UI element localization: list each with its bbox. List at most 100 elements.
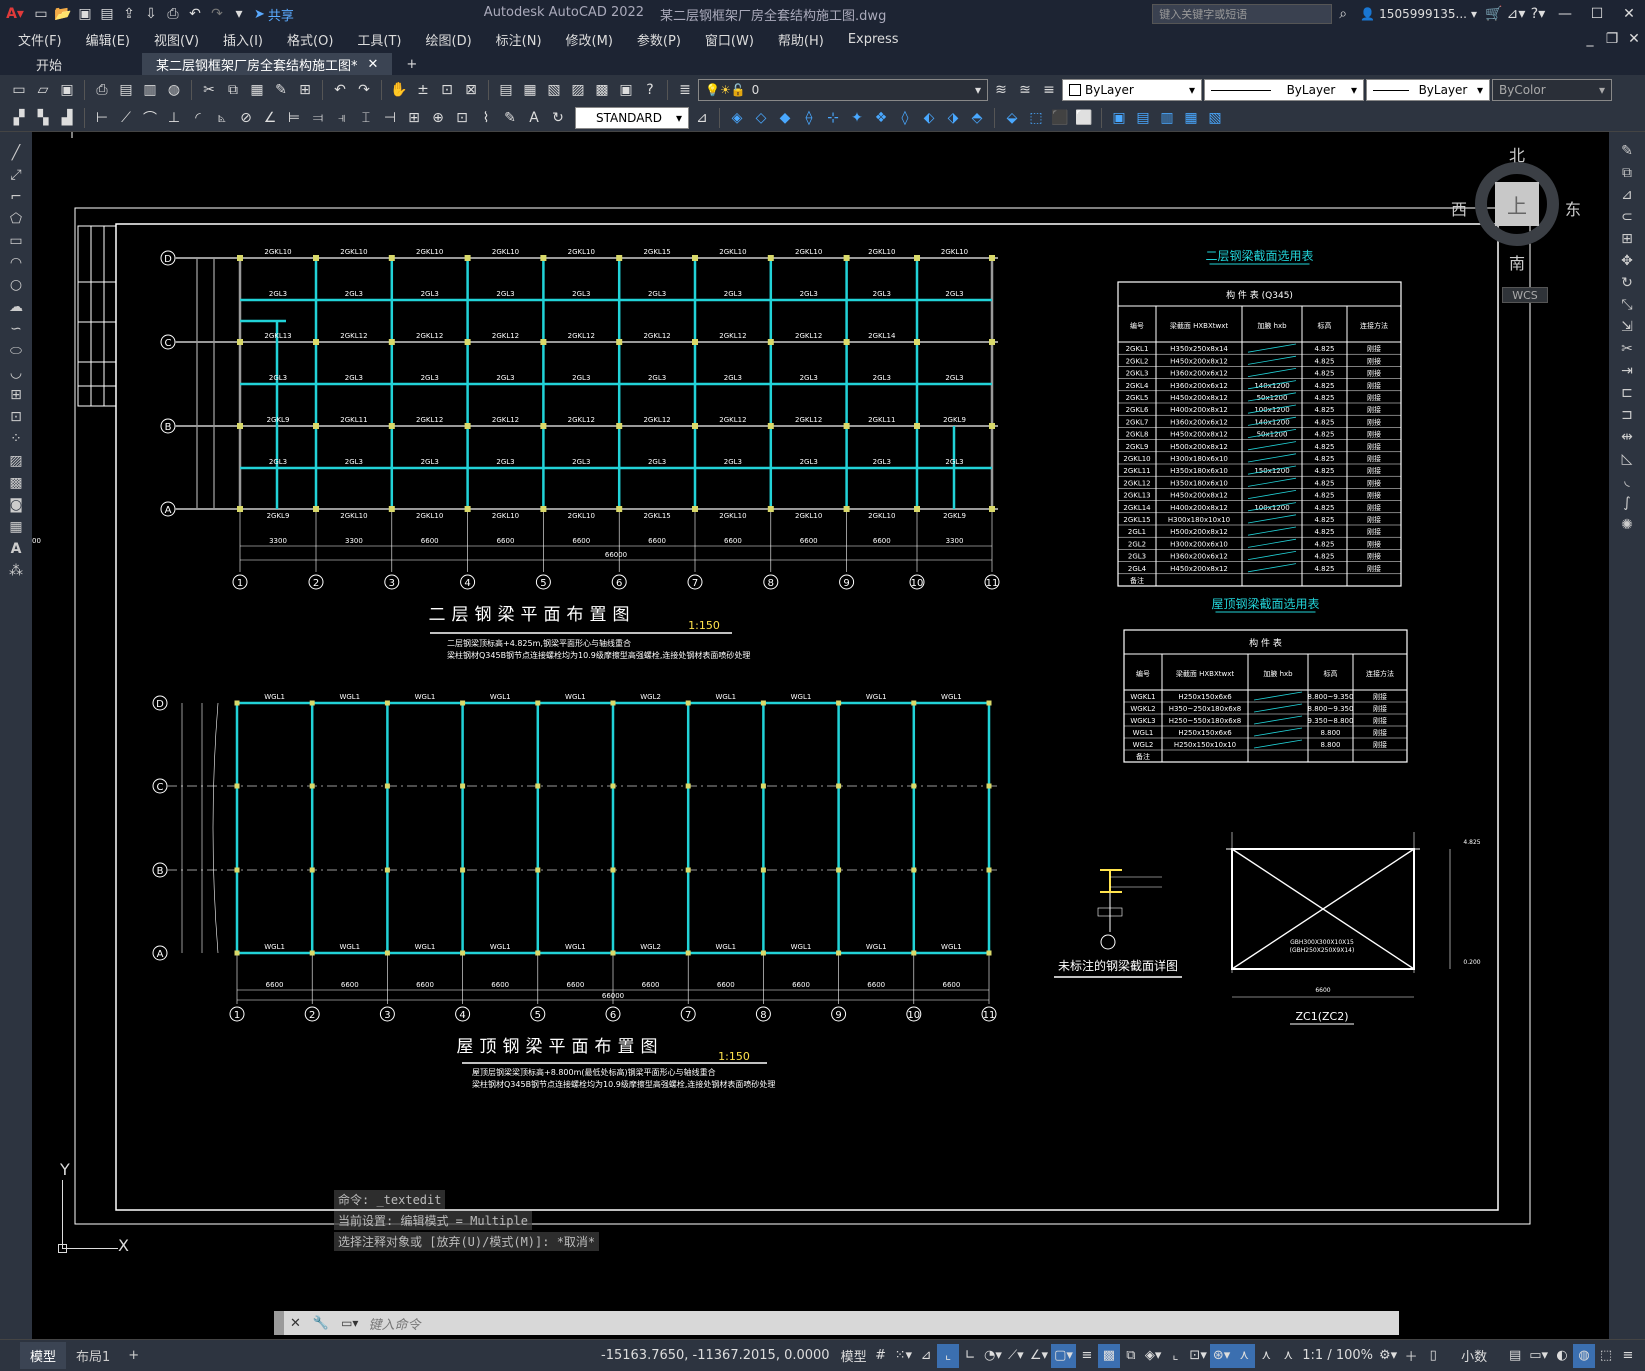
circle-icon[interactable]: ○ xyxy=(2,274,30,296)
menu-view[interactable]: 视图(V) xyxy=(142,30,211,49)
zoom-previous-icon[interactable]: ⊠ xyxy=(460,79,482,101)
modify-icon[interactable]: ◊ xyxy=(894,107,916,129)
annotation-scale-icon[interactable]: ⋏ xyxy=(1277,1344,1299,1368)
doc-close-icon[interactable]: ✕ xyxy=(1623,28,1645,50)
pan-icon[interactable]: ✋ xyxy=(388,79,410,101)
command-input[interactable]: 键入命令 xyxy=(364,1314,420,1333)
units-value[interactable]: 小数 xyxy=(1444,1344,1504,1368)
coordinates-readout[interactable]: -15163.7650, -11367.2015, 0.0000 xyxy=(593,1348,838,1363)
redo-tb-icon[interactable]: ↷ xyxy=(353,79,375,101)
modify-icon[interactable]: ⬗ xyxy=(942,107,964,129)
dim-space-icon[interactable]: ⌶ xyxy=(355,107,377,129)
search-box[interactable]: 键入关键字或短语 xyxy=(1152,4,1333,24)
region-icon[interactable]: ◙ xyxy=(2,494,30,516)
clean-screen-icon[interactable]: ⬚ xyxy=(1595,1344,1617,1368)
explode-icon[interactable]: ✺ xyxy=(1610,514,1644,536)
mtext-icon[interactable]: A xyxy=(2,538,30,560)
markup-icon[interactable]: ▩ xyxy=(591,79,613,101)
table-icon[interactable]: ▦ xyxy=(2,516,30,538)
layer-properties-icon[interactable]: ≣ xyxy=(674,79,696,101)
modify-icon[interactable]: ◈ xyxy=(726,107,748,129)
erase-icon[interactable]: ✎ xyxy=(1610,140,1644,162)
drawing-canvas[interactable]: D C B A 1 2 3 4 5 6 7 8 9 10 11 2GKL10 2GKL10 2GKL10 2GKL1… xyxy=(32,132,1609,1339)
jogged-linear-icon[interactable]: ⌇ xyxy=(475,107,497,129)
publish-icon[interactable]: ▥ xyxy=(139,79,161,101)
drawing-svg[interactable]: D C B A 1 2 3 4 5 6 7 8 9 10 11 2GKL10 2GKL10 2GKL10 2GKL1… xyxy=(32,132,1609,1339)
dim-continue-icon[interactable]: ⫣ xyxy=(331,107,353,129)
viewcube-south[interactable]: 南 xyxy=(1509,250,1525,274)
share-button[interactable]: ➤ 共享 xyxy=(250,5,298,24)
blend-icon[interactable]: ∫ xyxy=(1610,492,1644,514)
ortho-icon[interactable]: ∟ xyxy=(959,1344,981,1368)
menu-file[interactable]: 文件(F) xyxy=(6,30,74,49)
lineweight-icon[interactable]: ≡ xyxy=(1076,1344,1098,1368)
annotation-monitor-icon[interactable]: ＋ xyxy=(1400,1344,1422,1368)
dim-edit-icon[interactable]: ✎ xyxy=(499,107,521,129)
command-close-icon[interactable]: ✕ xyxy=(284,1316,307,1331)
arc-icon[interactable]: ◠ xyxy=(2,252,30,274)
viewcube-west[interactable]: 西 xyxy=(1451,196,1467,220)
properties-icon[interactable]: ▤ xyxy=(495,79,517,101)
print-icon[interactable]: ⎙ xyxy=(91,79,113,101)
units-icon[interactable]: ▯ xyxy=(1422,1344,1444,1368)
polygon-icon[interactable]: ⬠ xyxy=(2,208,30,230)
dimstyle-manager-icon[interactable]: ⊿ xyxy=(691,107,713,129)
line-icon[interactable]: ╱ xyxy=(2,142,30,164)
grid-icon[interactable]: # xyxy=(870,1344,892,1368)
command-customize-icon[interactable]: 🔧 xyxy=(307,1316,335,1331)
gradient-icon[interactable]: ▩ xyxy=(2,472,30,494)
customize-icon[interactable]: ▾ xyxy=(228,3,250,25)
isometric-icon[interactable]: ⟋▾ xyxy=(1005,1344,1027,1368)
modify-icon[interactable]: ✦ xyxy=(846,107,868,129)
tool-icon[interactable]: ▟ xyxy=(56,107,78,129)
selection-filter-icon[interactable]: ⊡▾ xyxy=(1186,1344,1209,1368)
user-account[interactable]: 👤 1505999135... ▾ xyxy=(1354,7,1483,21)
dim-ordinate-icon[interactable]: ⊥ xyxy=(163,107,185,129)
tab-document[interactable]: 某二层钢框架厂房全套结构施工图* ✕ xyxy=(142,53,393,75)
polyline-icon[interactable]: ⌐ xyxy=(2,186,30,208)
dynamic-ucs-icon[interactable]: ⌞ xyxy=(1164,1344,1186,1368)
infer-constraints-icon[interactable]: ⊿ xyxy=(915,1344,937,1368)
modify-icon[interactable]: ⬘ xyxy=(966,107,988,129)
autodesk-a360-icon[interactable]: ⊿▾ xyxy=(1505,3,1527,25)
stretch-icon[interactable]: ⇲ xyxy=(1610,316,1644,338)
calculator-icon[interactable]: ▣ xyxy=(615,79,637,101)
cart-icon[interactable]: 🛒 xyxy=(1483,3,1505,25)
dim-break-icon[interactable]: ⊣ xyxy=(379,107,401,129)
layer-state-icon[interactable]: ≡ xyxy=(1038,79,1060,101)
lineweight-dropdown[interactable]: ByLayer ▾ xyxy=(1366,79,1490,101)
point-icon[interactable]: ⁘ xyxy=(2,428,30,450)
tab-model[interactable]: 模型 xyxy=(20,1342,67,1369)
surface-icon[interactable]: ⬜ xyxy=(1073,107,1095,129)
break-icon[interactable]: ⊐ xyxy=(1610,404,1644,426)
modify-icon[interactable]: ⟠ xyxy=(798,107,820,129)
web-open-icon[interactable]: ⇪ xyxy=(118,3,140,25)
dim-text-edit-icon[interactable]: A xyxy=(523,107,545,129)
auto-scale-icon[interactable]: ⋏ xyxy=(1255,1344,1277,1368)
surface-icon[interactable]: ⬙ xyxy=(1001,107,1023,129)
chamfer-icon[interactable]: ◺ xyxy=(1610,448,1644,470)
dim-radius-icon[interactable]: ◜ xyxy=(187,107,209,129)
open-icon[interactable]: 📂 xyxy=(52,3,74,25)
tab-layout1[interactable]: 布局1 xyxy=(66,1342,120,1369)
designcenter-icon[interactable]: ▦ xyxy=(519,79,541,101)
quick-dim-icon[interactable]: ⊨ xyxy=(283,107,305,129)
plotstyle-dropdown[interactable]: ByColor ▾ xyxy=(1492,79,1612,101)
workspace-gear-icon[interactable]: ⚙▾ xyxy=(1376,1344,1400,1368)
plot-icon[interactable]: ⎙ xyxy=(162,3,184,25)
copy-icon[interactable]: ⧉ xyxy=(222,79,244,101)
wcs-menu[interactable]: WCS xyxy=(1502,287,1548,303)
color-dropdown[interactable]: ByLayer ▾ xyxy=(1062,79,1202,101)
graphics-performance-icon[interactable]: ◍ xyxy=(1573,1343,1595,1368)
solid-icon[interactable]: ▧ xyxy=(1204,107,1226,129)
layer-dropdown[interactable]: 💡☀🔓 0 ▾ xyxy=(698,79,988,101)
block-icon[interactable]: ⊞ xyxy=(294,79,316,101)
dim-baseline-icon[interactable]: ⫤ xyxy=(307,107,329,129)
saveas-icon[interactable]: ▤ xyxy=(96,3,118,25)
sheetset-icon[interactable]: ▨ xyxy=(567,79,589,101)
dim-jogged-icon[interactable]: ⦝ xyxy=(211,107,233,129)
annotation-visibility-icon[interactable]: ⋏ xyxy=(1233,1343,1256,1368)
dim-aligned-icon[interactable]: ⟋ xyxy=(115,107,137,129)
add-layout-button[interactable]: + xyxy=(120,1344,147,1367)
save-file-icon[interactable]: ▣ xyxy=(56,79,78,101)
